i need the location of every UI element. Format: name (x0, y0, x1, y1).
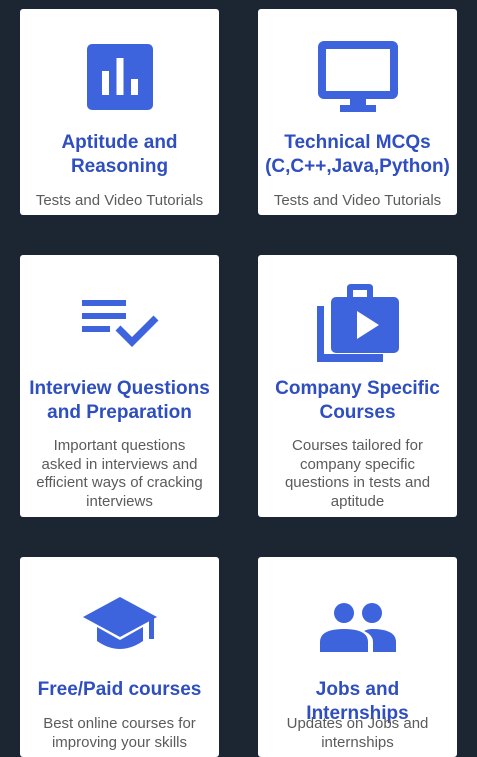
graduation-cap-icon (20, 592, 219, 662)
card-aptitude-reasoning[interactable]: Aptitude and Reasoning Tests and Video T… (20, 9, 219, 215)
card-description: Best online courses for improving your s… (43, 715, 196, 751)
briefcase-play-icon (258, 283, 457, 363)
card-jobs-internships[interactable]: Jobs and Internships Updates on Jobs and… (258, 557, 457, 757)
card-description: Courses tailored for company specific qu… (284, 437, 431, 510)
card-description: Tests and Video Tutorials (273, 192, 442, 209)
card-title: Aptitude and Reasoning (61, 132, 178, 177)
card-description: Important questions asked in interviews … (36, 437, 203, 510)
list-check-icon (20, 283, 219, 363)
card-company-specific[interactable]: Company Specific Courses Courses tailore… (258, 255, 457, 517)
people-icon (258, 592, 457, 662)
card-title: Free/Paid courses (37, 679, 202, 700)
card-title: Interview Questions and Preparation (29, 378, 210, 423)
monitor-icon (258, 41, 457, 112)
card-technical-mcqs[interactable]: Technical MCQs (C,C++,Java,Python) Tests… (258, 9, 457, 215)
card-description: Tests and Video Tutorials (35, 192, 204, 209)
card-title: Technical MCQs (C,C++,Java,Python) (265, 132, 450, 177)
card-free-paid-courses[interactable]: Free/Paid courses Best online courses fo… (20, 557, 219, 757)
card-description: Updates on Jobs and internships (286, 715, 429, 751)
card-title: Company Specific Courses (275, 378, 440, 423)
bar-chart-icon (20, 42, 219, 112)
card-interview-questions[interactable]: Interview Questions and Preparation Impo… (20, 255, 219, 517)
